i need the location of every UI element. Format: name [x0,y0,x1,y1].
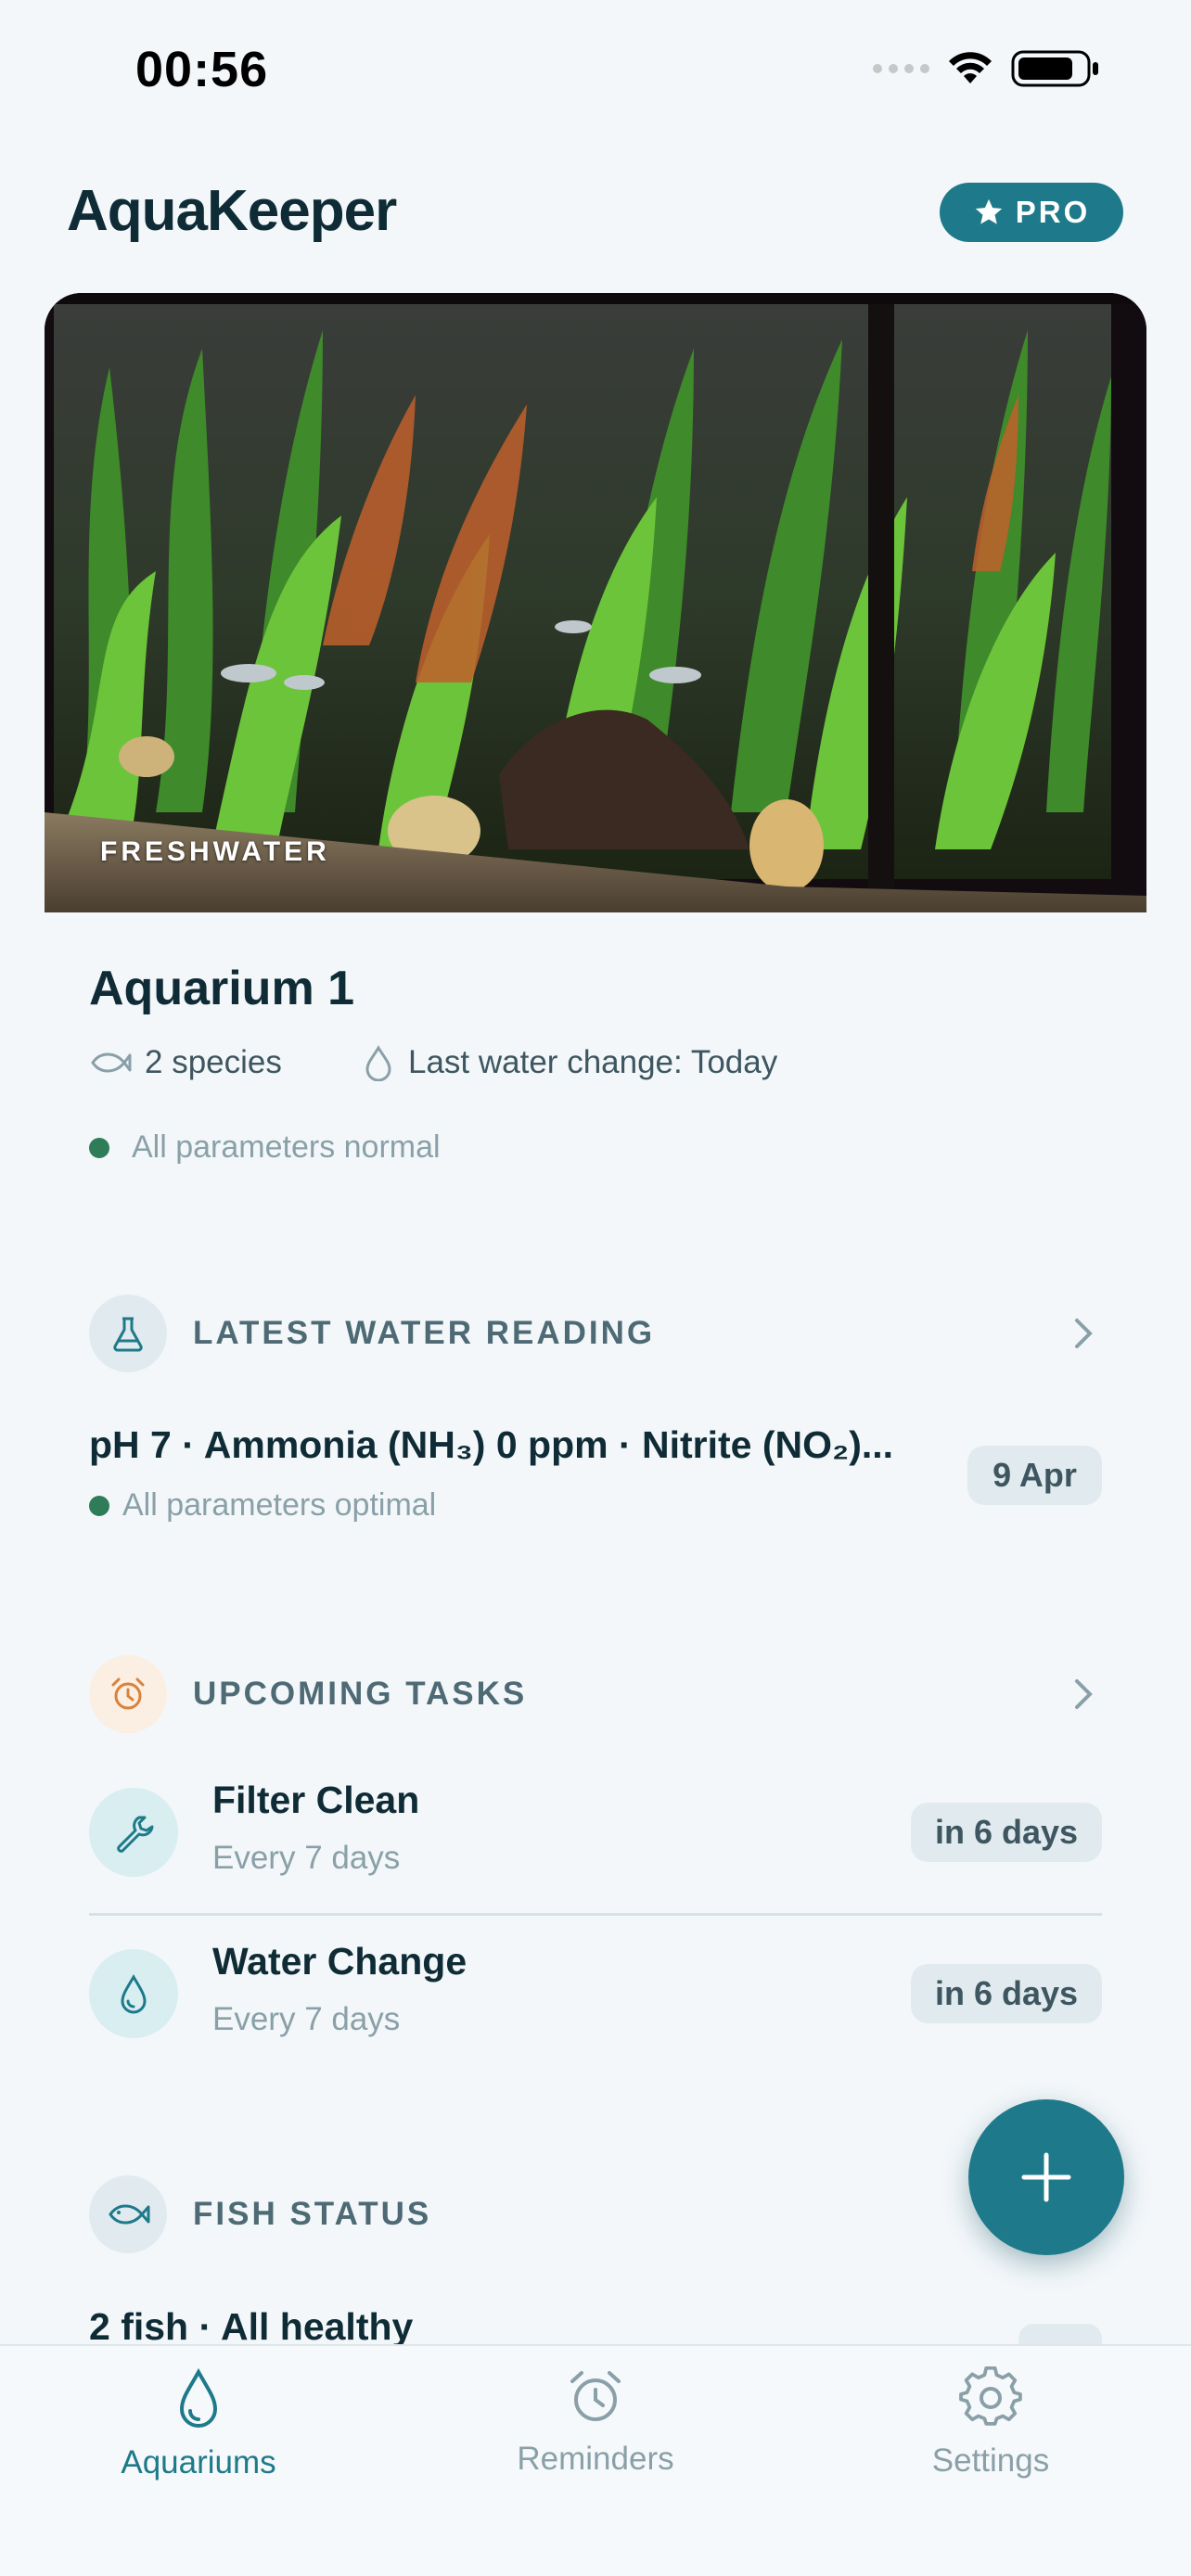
task-frequency: Every 7 days [212,2001,401,2037]
status-time: 00:56 [135,42,269,97]
water-drop-icon [89,1949,178,2038]
task-due-badge: in 6 days [911,1803,1102,1862]
tasks-title: UPCOMING TASKS [193,1676,528,1712]
tasks-header[interactable]: UPCOMING TASKS [89,1655,1102,1733]
species-count: 2 species [87,1044,282,1081]
battery-icon [1011,50,1098,87]
divider [89,1913,1102,1916]
aquarium-name: Aquarium 1 [89,962,355,1015]
wrench-icon [89,1788,178,1877]
pro-label: PRO [1015,195,1091,229]
app-title: AquaKeeper [67,179,397,243]
status-icons [873,48,1100,89]
wifi-icon [949,52,992,83]
gear-icon [959,2366,1022,2426]
water-reading-status: All parameters optimal [89,1487,436,1524]
fish-status-header[interactable]: FISH STATUS [89,2175,1102,2253]
plus-icon [1021,2152,1071,2202]
task-name: Water Change [212,1940,467,1983]
water-reading-header[interactable]: LATEST WATER READING [89,1294,1102,1372]
cellular-signal-icon [873,64,929,73]
tab-settings-label: Settings [931,2442,1050,2479]
water-drop-icon [365,1045,391,1081]
species-label: 2 species [145,1044,282,1080]
water-drop-icon [179,2367,218,2428]
chevron-right-icon [1065,1315,1102,1352]
parameter-status-label: All parameters normal [132,1129,441,1165]
last-water-change-label: Last water change: Today [408,1044,778,1080]
flask-icon [89,1294,167,1372]
water-reading-summary: pH 7 · Ammonia (NH₃) 0 ppm · Nitrite (NO… [89,1423,894,1466]
tab-reminders-label: Reminders [517,2441,674,2477]
task-frequency: Every 7 days [212,1840,401,1876]
add-button[interactable] [968,2099,1124,2255]
tab-aquariums-label: Aquariums [121,2444,276,2480]
water-reading-status-label: All parameters optimal [122,1487,437,1523]
water-type-tag: FRESHWATER [100,836,330,867]
tab-bar: Aquariums Reminders Settings [0,2344,1191,2576]
fish-icon [91,1052,132,1073]
alarm-clock-icon [89,1655,167,1733]
water-reading-title: LATEST WATER READING [193,1315,656,1351]
alarm-clock-icon [570,2371,621,2421]
star-icon [975,198,1002,224]
status-dot [89,1495,109,1516]
tab-settings[interactable]: Settings [852,2366,1130,2480]
last-water-change: Last water change: Today [362,1044,777,1081]
fish-icon [89,2175,167,2253]
fish-summary: 2 fish · All healthy [89,2305,414,2348]
pro-button[interactable]: PRO [940,183,1123,242]
tab-reminders[interactable]: Reminders [456,2366,735,2478]
task-item[interactable]: Water Change Every 7 days in 6 days [89,1940,1102,2070]
task-name: Filter Clean [212,1779,420,1821]
reading-date-badge: 9 Apr [967,1446,1102,1505]
chevron-right-icon [1065,1676,1102,1713]
parameter-status: All parameters normal [89,1129,441,1166]
task-due-badge: in 6 days [911,1964,1102,2023]
fish-status-title: FISH STATUS [193,2196,432,2232]
aquarium-photo[interactable]: FRESHWATER [45,293,1146,912]
tab-aquariums[interactable]: Aquariums [59,2366,338,2481]
task-item[interactable]: Filter Clean Every 7 days in 6 days [89,1779,1102,1908]
app-screen: 00:56 AquaKeeper PRO FRESHWATER Aquarium… [0,0,1191,2576]
status-dot [89,1137,109,1158]
aquarium-image [45,293,1146,912]
